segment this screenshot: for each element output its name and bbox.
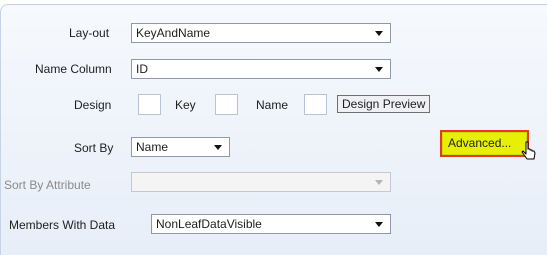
name-column-value: ID [136,62,148,76]
members-with-data-value: NonLeafDataVisible [156,217,262,231]
key-color-box[interactable] [215,94,238,115]
advanced-button[interactable]: Advanced... [440,130,529,157]
layout-dropdown[interactable]: KeyAndName [131,23,391,43]
members-with-data-label: Members With Data [9,218,116,232]
name-column-label: Name Column [35,62,112,76]
design-label: Design [74,98,112,112]
design-name-label: Name [256,98,289,112]
design-preview-button[interactable]: Design Preview [337,95,431,113]
chevron-down-icon [375,180,383,185]
design-color-box[interactable] [138,94,161,115]
design-key-label: Key [175,98,196,112]
members-with-data-dropdown[interactable]: NonLeafDataVisible [151,214,391,234]
chevron-down-icon [375,67,383,72]
chevron-down-icon [375,31,383,36]
chevron-down-icon [214,145,222,150]
layout-label: Lay-out [69,26,110,40]
sort-by-label: Sort By [74,141,114,155]
sort-by-dropdown[interactable]: Name [131,137,230,157]
layout-value: KeyAndName [136,26,211,40]
mouse-pointer-icon [521,141,536,160]
name-color-box[interactable] [304,94,327,115]
chevron-down-icon [375,222,383,227]
sort-by-attribute-dropdown [131,172,391,192]
name-column-dropdown[interactable]: ID [131,59,391,79]
sort-by-value: Name [136,140,169,154]
sort-by-attribute-label: Sort By Attribute [4,178,91,192]
